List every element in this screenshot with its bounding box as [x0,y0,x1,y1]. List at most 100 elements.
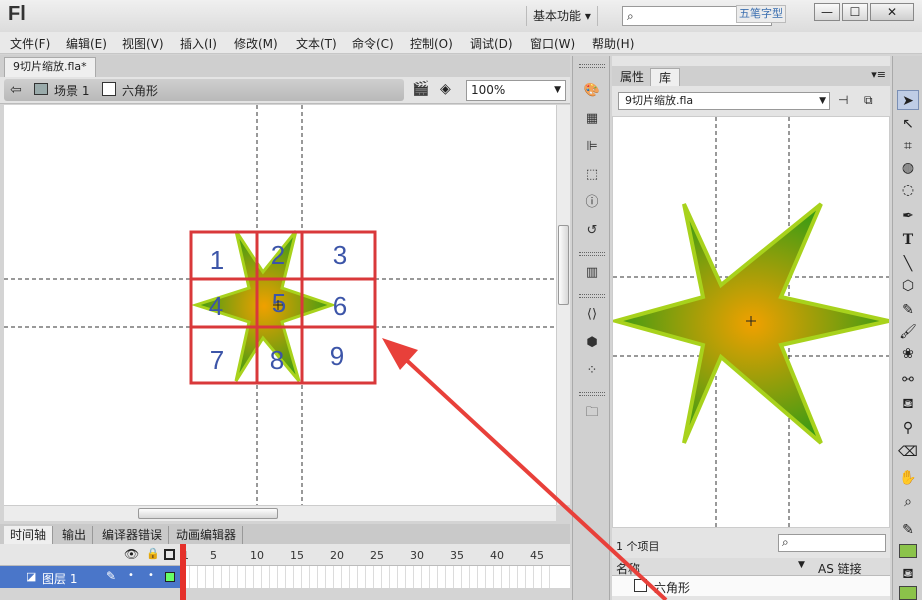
info-icon[interactable]: ⓘ [583,194,601,212]
pencil-tool-icon[interactable]: ✎ [897,300,919,320]
column-name[interactable]: 名称 [616,560,640,577]
edit-scene-icon[interactable]: 🎬 [412,81,429,97]
menu-view[interactable]: 视图(V) [122,35,164,52]
menu-control[interactable]: 控制(O) [410,35,453,52]
panel-grip[interactable] [579,64,605,68]
close-button[interactable]: ✕ [870,3,914,21]
lock-dot-icon[interactable]: • [148,570,154,581]
tab-motion-editor[interactable]: 动画编辑器 [170,526,244,544]
frame-track[interactable] [182,566,556,588]
swatches-icon[interactable]: ▦ [583,110,601,128]
back-arrow-icon[interactable]: ⇦ [10,82,22,98]
lock-icon[interactable]: 🔒 [146,547,160,560]
scrollbar-thumb[interactable] [558,225,569,305]
text-tool-icon[interactable]: T [897,230,919,250]
color-panel-icon[interactable]: 🎨 [583,82,601,100]
outline-color-icon[interactable] [165,572,175,582]
preview-artwork [608,117,890,527]
stage-horizontal-scrollbar[interactable] [4,505,556,521]
pin-icon[interactable]: ⊣ [838,93,848,107]
eraser-tool-icon[interactable]: ⌫ [897,442,919,462]
polystar-tool-icon[interactable]: ⬡ [897,276,919,296]
pen-tool-icon[interactable]: ✒ [897,206,919,226]
paint-bucket-tool-icon[interactable]: ⛾ [897,394,919,414]
selection-tool-icon[interactable]: ➤ [897,90,919,110]
align-icon[interactable]: ⊫ [583,138,601,156]
tab-timeline[interactable]: 时间轴 [4,526,54,544]
menu-file[interactable]: 文件(F) [10,35,50,52]
fill-color-swatch[interactable] [899,586,917,600]
library-search-input[interactable]: ⌕ [778,534,886,552]
tab-compiler-errors[interactable]: 编译器错误 [96,526,170,544]
transform-icon[interactable]: ⬚ [583,166,601,184]
movie-explorer-icon[interactable]: ⁘ [583,362,601,380]
document-tab[interactable]: 9切片缩放.fla* [4,57,96,77]
eyedropper-tool-icon[interactable]: ⚲ [897,418,919,438]
breadcrumb: ⇦ 场景 1 六角形 [4,79,404,101]
fill-color-icon[interactable]: ⛾ [897,564,919,584]
library-item[interactable]: 六角形 [612,576,890,596]
3d-rotation-tool-icon[interactable]: ◍ [897,158,919,178]
panel-grip[interactable] [579,252,605,256]
menu-help[interactable]: 帮助(H) [592,35,634,52]
library-file-select[interactable]: 9切片缩放.fla ▼ [618,92,830,110]
search-icon: ⌕ [782,535,789,549]
stage-canvas[interactable]: 1 2 3 4 5 6 7 8 9 [4,105,556,505]
library-preview [608,116,890,528]
tab-properties[interactable]: 属性 [612,68,652,86]
menu-debug[interactable]: 调试(D) [470,35,513,52]
eye-icon[interactable]: 👁 [124,547,139,561]
panel-grip[interactable] [579,392,605,396]
line-tool-icon[interactable]: ╲ [897,254,919,274]
playhead[interactable] [180,544,186,600]
slice-number: 9 [330,341,344,371]
panel-menu-icon[interactable]: ▾≡ [871,68,886,81]
visibility-dot-icon[interactable]: • [128,570,134,581]
scrollbar-thumb[interactable] [138,508,278,519]
motion-presets-icon[interactable]: ↺ [583,222,601,240]
menu-modify[interactable]: 修改(M) [234,35,278,52]
stroke-color-swatch[interactable] [899,544,917,558]
stroke-color-icon[interactable]: ✎ [897,520,919,540]
zoom-value: 100% [471,83,506,97]
project-icon[interactable]: 🗀 [583,404,601,422]
menu-edit[interactable]: 编辑(E) [66,35,107,52]
layer-name[interactable]: 图层 1 [42,570,77,587]
tools-panel: ➤ ↖ ⌗ ◍ ◌ ✒ T ╲ ⬡ ✎ 🖌 ❀ ⚯ ⛾ ⚲ ⌫ ✋ ⌕ ✎ ⛾ [892,56,922,600]
timeline-header: 👁 🔒 1 5 10 15 20 25 30 35 40 45 [0,544,570,566]
zoom-select[interactable]: 100% ▼ [466,80,566,101]
slice-number: 6 [333,291,347,321]
subselection-tool-icon[interactable]: ↖ [897,114,919,134]
panel-grip[interactable] [579,294,605,298]
new-library-icon[interactable]: ⧉ [864,93,873,108]
tab-output[interactable]: 输出 [56,526,94,544]
menu-commands[interactable]: 命令(C) [352,35,394,52]
components-icon[interactable]: ⬢ [583,334,601,352]
workspace-switcher[interactable]: 基本功能 ▾ [526,6,598,26]
breadcrumb-symbol[interactable]: 六角形 [122,82,158,99]
menu-text[interactable]: 文本(T) [296,35,337,52]
frame-number: 30 [410,549,424,562]
hand-tool-icon[interactable]: ✋ [897,468,919,488]
breadcrumb-scene[interactable]: 场景 1 [54,82,89,99]
actions-icon[interactable]: ⟨⟩ [583,306,601,324]
library-icon[interactable]: ▥ [583,264,601,282]
edit-symbol-icon[interactable]: ◈ [440,81,451,97]
tab-library[interactable]: 库 [650,68,681,86]
deco-tool-icon[interactable]: ❀ [897,344,919,364]
bone-tool-icon[interactable]: ⚯ [897,370,919,390]
outline-icon[interactable] [164,549,175,560]
minimize-button[interactable]: — [814,3,840,21]
slice-number: 8 [270,345,284,375]
menu-window[interactable]: 窗口(W) [530,35,575,52]
zoom-tool-icon[interactable]: ⌕ [897,492,919,512]
brush-tool-icon[interactable]: 🖌 [897,322,919,342]
lasso-tool-icon[interactable]: ◌ [897,180,919,200]
sort-arrow-icon[interactable]: ▼ [798,560,805,570]
stage-vertical-scrollbar[interactable] [556,105,570,505]
menu-insert[interactable]: 插入(I) [180,35,217,52]
column-as-linkage[interactable]: AS 链接 [818,560,862,577]
layer-row[interactable]: ◪ 图层 1 ✎ • • [0,566,570,588]
maximize-button[interactable]: ☐ [842,3,868,21]
free-transform-tool-icon[interactable]: ⌗ [897,136,919,156]
